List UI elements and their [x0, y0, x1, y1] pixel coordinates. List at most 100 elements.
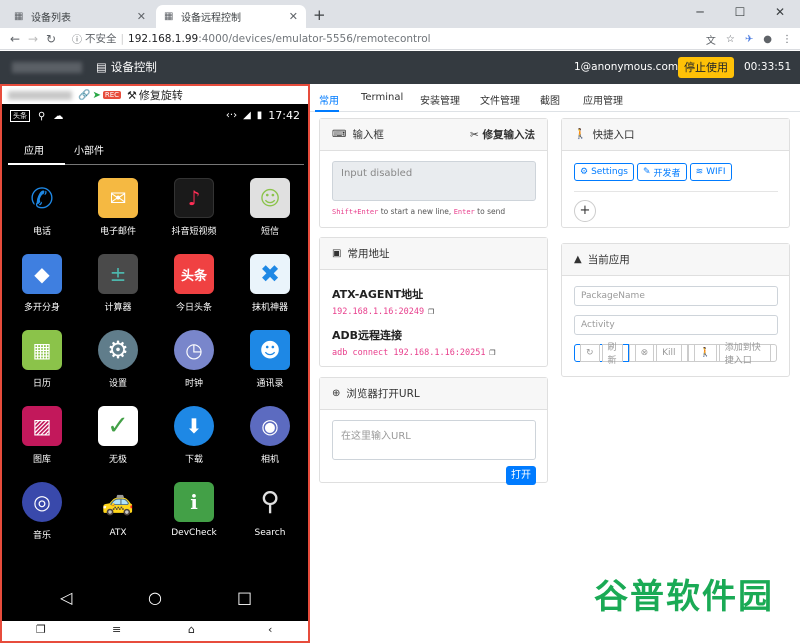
app-settings[interactable]: ⚙ 设置 — [80, 330, 156, 389]
app-atx[interactable]: 🚕 ATX — [80, 482, 156, 538]
back-icon[interactable]: ← — [6, 32, 24, 46]
user-menu[interactable]: 1@anonymous.com ▾ — [574, 51, 687, 84]
toutiao-icon: 头条 — [174, 254, 214, 294]
app-search[interactable]: ⚲ Search — [232, 482, 308, 538]
home-icon[interactable]: ⌂ — [188, 623, 195, 636]
app-douyin[interactable]: ♪ 抖音短视频 — [156, 178, 232, 237]
tab-remote-control[interactable]: ▦ 设备远程控制 ✕ — [156, 5, 306, 28]
forward-icon[interactable]: → — [24, 32, 42, 46]
avatar[interactable]: ● — [763, 34, 772, 45]
url-input[interactable]: 在这里输入URL — [332, 420, 536, 460]
wifi-button[interactable]: ≋ WIFI — [689, 163, 732, 181]
app-contacts[interactable]: ☻ 通讯录 — [232, 330, 308, 389]
kill-button[interactable]: ⊗ Kill — [628, 344, 688, 362]
refresh-button[interactable]: ↻ 刷新 — [574, 343, 629, 366]
hammer-icon[interactable]: ⚒ — [127, 89, 137, 102]
app-gallery[interactable]: ▨ 图库 — [4, 406, 80, 465]
card-header: ▲ 当前应用 — [562, 244, 789, 276]
record-icon[interactable]: REC — [102, 91, 122, 99]
image-icon: ▲ — [574, 254, 582, 265]
device-screen[interactable]: 头条 ⚲ ☁ ‹·› ◢ ▮ 17:42 应用 小部件 ✆ 电话 ✉ 电子邮件 ♪ 抖… — [4, 106, 306, 620]
tab-device-list[interactable]: ▦ 设备列表 ✕ — [6, 5, 154, 28]
close-icon[interactable]: ✕ — [137, 10, 146, 23]
contacts-icon: ☻ — [250, 330, 290, 370]
code-icon: ‹·› — [225, 110, 238, 121]
redacted-text — [8, 90, 72, 100]
tab-app-manager[interactable]: 应用管理 — [583, 92, 623, 107]
camera-icon: ◉ — [250, 406, 290, 446]
menu-icon[interactable]: ≡ — [112, 623, 121, 636]
minimize-button[interactable]: ─ — [680, 0, 720, 28]
link-icon[interactable]: 🔗 — [78, 90, 90, 101]
session-timer: 00:33:51 — [744, 61, 792, 73]
globe-icon: ⊕ — [332, 388, 341, 399]
tab-files[interactable]: 文件管理 — [480, 92, 520, 107]
extension-icon[interactable]: ✈ — [745, 34, 753, 45]
divider: | — [120, 32, 125, 45]
brand[interactable]: ▤ 设备控制 — [96, 51, 157, 84]
app-music[interactable]: ◎ 音乐 — [4, 482, 80, 541]
open-url-button[interactable]: 打开 — [506, 466, 536, 485]
input-textarea[interactable]: Input disabled — [332, 161, 536, 201]
fix-rotation-label[interactable]: 修复旋转 — [139, 87, 183, 103]
copy-icon[interactable]: ❐ — [36, 623, 46, 636]
browser-tabstrip: ▦ 设备列表 ✕ ▦ 设备远程控制 ✕ + ─ ☐ ✕ — [0, 0, 800, 28]
add-shortcut-button[interactable]: + — [574, 200, 596, 222]
app-calendar[interactable]: ▦ 日历 — [4, 330, 80, 389]
address-bar[interactable]: ⓘ 不安全 | 192.168.1.99:4000/devices/emulat… — [72, 31, 431, 47]
add-to-shortcuts-button[interactable]: 🚶 添加到快捷入口 — [687, 343, 777, 366]
atx-agent-address: 192.168.1.16:20249 ❐ — [332, 306, 435, 317]
fix-ime-button[interactable]: ✂ 修复输入法 — [470, 119, 535, 151]
walk-icon: 🚶 — [693, 344, 717, 362]
copy-icon[interactable]: ❐ — [428, 306, 434, 317]
translate-icon[interactable]: 文 — [706, 32, 716, 47]
new-tab-button[interactable]: + — [313, 6, 326, 24]
copy-icon[interactable]: ❐ — [490, 347, 496, 358]
package-name-input[interactable]: PackageName — [574, 286, 778, 306]
tab-screenshot[interactable]: 截图 — [540, 92, 560, 107]
home-icon[interactable]: ○ — [148, 588, 162, 607]
device-toolbar: 🔗 ➤ REC ⚒ 修复旋转 — [2, 86, 308, 104]
app-email[interactable]: ✉ 电子邮件 — [80, 178, 156, 237]
pointer-icon[interactable]: ➤ — [92, 90, 100, 101]
app-download[interactable]: ⬇ 下载 — [156, 406, 232, 465]
developer-button[interactable]: ✎ 开发者 — [637, 163, 687, 181]
star-icon[interactable]: ☆ — [726, 34, 735, 45]
battery-icon: ▮ — [256, 110, 263, 121]
atx-icon: 🚕 — [101, 487, 135, 517]
tab-common[interactable]: 常用 — [319, 92, 339, 107]
maximize-button[interactable]: ☐ — [720, 0, 760, 28]
card-title: 常用地址 — [347, 248, 390, 260]
stop-using-button[interactable]: 停止使用 — [678, 57, 734, 78]
device-icon: ▤ — [96, 60, 107, 74]
app-wipe[interactable]: ✖ 抹机神器 — [232, 254, 308, 313]
app-multi[interactable]: ◆ 多开分身 — [4, 254, 80, 313]
tab-terminal[interactable]: Terminal — [361, 92, 403, 103]
card-title: 输入框 — [352, 129, 384, 141]
app-toutiao[interactable]: 头条 今日头条 — [156, 254, 232, 313]
tab-install[interactable]: 安装管理 — [420, 92, 460, 107]
close-icon[interactable]: ✕ — [289, 10, 298, 23]
adb-command: adb connect 192.168.1.16:20251 ❐ — [332, 347, 496, 358]
app-devcheck[interactable]: i DevCheck — [156, 482, 232, 538]
menu-icon[interactable]: ⋮ — [782, 34, 792, 45]
search-icon: ⚲ — [38, 110, 46, 122]
settings-button[interactable]: ⚙ Settings — [574, 163, 634, 181]
back-icon[interactable]: ◁ — [60, 588, 72, 607]
tab-apps[interactable]: 应用 — [24, 142, 44, 157]
reload-icon[interactable]: ↻ — [42, 32, 60, 46]
card-header: ⌨ 输入框 ✂ 修复输入法 — [320, 119, 547, 151]
app-sms[interactable]: ☺ 短信 — [232, 178, 308, 237]
recents-icon[interactable]: □ — [237, 588, 252, 607]
security-label: 不安全 — [85, 33, 117, 45]
close-window-button[interactable]: ✕ — [760, 0, 800, 28]
info-icon[interactable]: ⓘ — [72, 31, 82, 46]
app-calculator[interactable]: ± 计算器 — [80, 254, 156, 313]
app-camera[interactable]: ◉ 相机 — [232, 406, 308, 465]
activity-input[interactable]: Activity — [574, 315, 778, 335]
app-clock[interactable]: ◷ 时钟 — [156, 330, 232, 389]
app-phone[interactable]: ✆ 电话 — [4, 178, 80, 238]
back-icon[interactable]: ‹ — [268, 623, 272, 636]
tab-widgets[interactable]: 小部件 — [74, 142, 104, 157]
app-wuji[interactable]: ✓ 无极 — [80, 406, 156, 465]
